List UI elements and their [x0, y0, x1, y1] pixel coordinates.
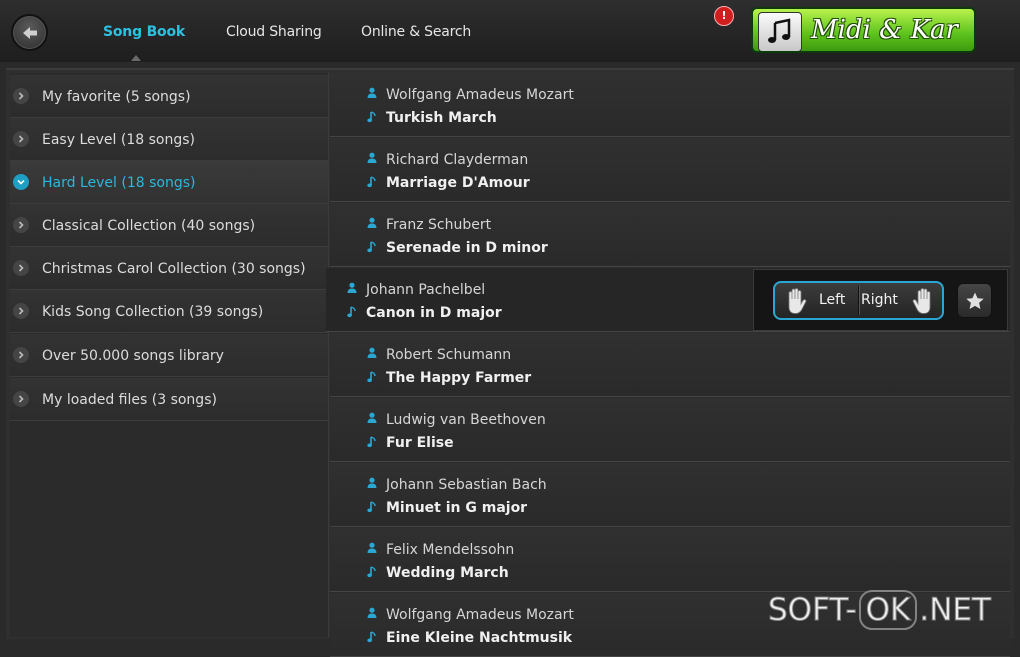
tab-indicator	[131, 55, 141, 61]
back-arrow-icon	[22, 26, 37, 39]
category-sidebar: My favorite (5 songs) Easy Level (18 son…	[10, 73, 329, 637]
music-note-icon	[347, 306, 356, 318]
star-icon	[965, 292, 984, 309]
chevron-right-icon	[13, 303, 29, 319]
song-artist: Wolfgang Amadeus Mozart	[386, 607, 574, 623]
sidebar-item-label: Hard Level (18 songs)	[42, 175, 196, 191]
sidebar-item-hard-level[interactable]: Hard Level (18 songs)	[10, 161, 328, 204]
music-note-icon	[367, 631, 376, 643]
right-hand-label[interactable]: Right	[861, 292, 898, 308]
watermark-prefix: SOFT-	[768, 592, 858, 629]
back-button[interactable]	[11, 14, 48, 51]
sidebar-item-label: Christmas Carol Collection (30 songs)	[42, 261, 306, 277]
music-note-icon	[367, 371, 376, 383]
song-row[interactable]: Ludwig van Beethoven Fur Elise	[330, 398, 1010, 462]
song-title: Turkish March	[386, 110, 497, 126]
person-icon	[367, 542, 377, 553]
watermark-suffix: .NET	[919, 592, 992, 629]
song-title: Fur Elise	[386, 435, 454, 451]
chevron-right-icon	[13, 260, 29, 276]
song-artist: Johann Sebastian Bach	[386, 477, 547, 493]
sidebar-item-label: Kids Song Collection (39 songs)	[42, 304, 264, 320]
person-icon	[347, 282, 357, 293]
song-artist: Franz Schubert	[386, 217, 492, 233]
hand-toggle[interactable]: Left Right	[773, 281, 944, 320]
person-icon	[367, 477, 377, 488]
song-row[interactable]: Franz Schubert Serenade in D minor	[330, 203, 1010, 267]
sidebar-item-label: Classical Collection (40 songs)	[42, 218, 256, 234]
sidebar-item-loaded-files[interactable]: My loaded files (3 songs)	[10, 378, 328, 421]
hand-control-popup: Left Right	[753, 269, 1008, 331]
left-hand-icon[interactable]	[783, 287, 809, 315]
sidebar-item-songs-library[interactable]: Over 50.000 songs library	[10, 334, 328, 377]
song-row[interactable]: Felix Mendelssohn Wedding March	[330, 528, 1010, 592]
sidebar-item-label: Over 50.000 songs library	[42, 348, 224, 364]
app-logo[interactable]: Midi & Kar	[751, 7, 976, 53]
song-row[interactable]: Wolfgang Amadeus Mozart Turkish March	[330, 73, 1010, 137]
chevron-right-icon	[13, 217, 29, 233]
person-icon	[367, 217, 377, 228]
watermark: SOFT- OK .NET	[768, 590, 991, 630]
chevron-right-icon	[13, 131, 29, 147]
music-note-icon	[758, 12, 802, 51]
song-list: Wolfgang Amadeus Mozart Turkish March Ri…	[326, 73, 1010, 657]
notification-badge[interactable]: !	[714, 6, 734, 26]
song-row[interactable]: Johann Sebastian Bach Minuet in G major	[330, 463, 1010, 527]
song-artist: Johann Pachelbel	[366, 282, 486, 298]
music-note-icon	[367, 111, 376, 123]
person-icon	[367, 347, 377, 358]
song-title: Eine Kleine Nachtmusik	[386, 630, 573, 646]
music-note-icon	[367, 501, 376, 513]
toggle-divider	[858, 286, 860, 315]
tab-cloud-sharing[interactable]: Cloud Sharing	[226, 24, 322, 40]
sidebar-item-label: My loaded files (3 songs)	[42, 392, 217, 408]
left-hand-label[interactable]: Left	[819, 292, 845, 308]
song-artist: Robert Schumann	[386, 347, 512, 363]
song-title: The Happy Farmer	[386, 370, 532, 386]
music-note-icon	[367, 176, 376, 188]
song-row[interactable]: Richard Clayderman Marriage D'Amour	[330, 138, 1010, 202]
sidebar-item-easy-level[interactable]: Easy Level (18 songs)	[10, 118, 328, 161]
sidebar-item-my-favorite[interactable]: My favorite (5 songs)	[10, 75, 328, 118]
right-hand-icon[interactable]	[910, 287, 936, 315]
sidebar-item-label: My favorite (5 songs)	[42, 89, 191, 105]
person-icon	[367, 87, 377, 98]
favorite-star-button[interactable]	[957, 283, 992, 318]
music-note-icon	[367, 241, 376, 253]
logo-text: Midi & Kar	[811, 15, 958, 45]
music-note-icon	[367, 566, 376, 578]
person-icon	[367, 607, 377, 618]
song-title: Serenade in D minor	[386, 240, 548, 256]
song-artist: Ludwig van Beethoven	[386, 412, 546, 428]
tab-song-book[interactable]: Song Book	[103, 24, 185, 40]
song-artist: Richard Clayderman	[386, 152, 529, 168]
sidebar-item-christmas-carol[interactable]: Christmas Carol Collection (30 songs)	[10, 247, 328, 290]
chevron-right-icon	[13, 88, 29, 104]
song-artist: Wolfgang Amadeus Mozart	[386, 87, 574, 103]
watermark-ok: OK	[858, 590, 918, 630]
song-title: Minuet in G major	[386, 500, 528, 516]
chevron-down-icon	[13, 174, 29, 190]
sidebar-item-label: Easy Level (18 songs)	[42, 132, 195, 148]
tab-online-search[interactable]: Online & Search	[361, 24, 471, 40]
person-icon	[367, 412, 377, 423]
person-icon	[367, 152, 377, 163]
song-title: Wedding March	[386, 565, 509, 581]
sidebar-item-classical-collection[interactable]: Classical Collection (40 songs)	[10, 204, 328, 247]
sidebar-item-kids-song[interactable]: Kids Song Collection (39 songs)	[10, 290, 328, 333]
song-title: Canon in D major	[366, 305, 502, 321]
top-bar: Song Book Cloud Sharing Online & Search …	[0, 0, 1020, 62]
song-artist: Felix Mendelssohn	[386, 542, 515, 558]
chevron-right-icon	[13, 391, 29, 407]
music-note-icon	[367, 436, 376, 448]
song-title: Marriage D'Amour	[386, 175, 530, 191]
song-row[interactable]: Robert Schumann The Happy Farmer	[330, 333, 1010, 397]
chevron-right-icon	[13, 347, 29, 363]
